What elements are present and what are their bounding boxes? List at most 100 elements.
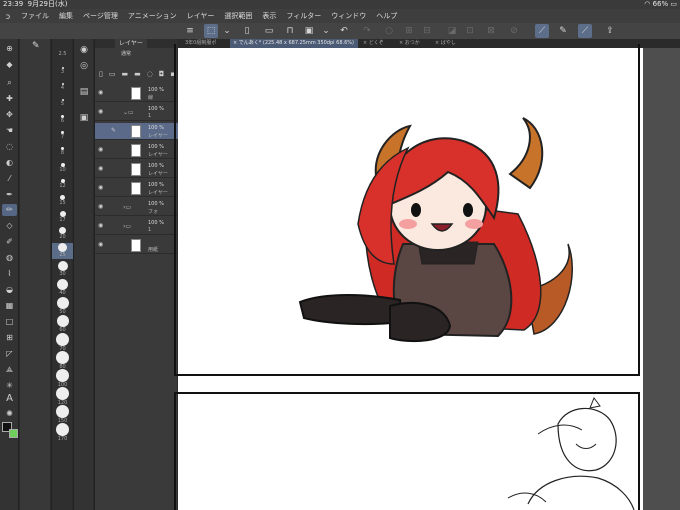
menu-animation[interactable]: アニメーション [123,11,182,21]
layer-folder-row[interactable]: ◉ ›▭ 100 % 1 [95,218,178,235]
zoom-icon[interactable]: ⊕ [2,43,17,55]
menu-view[interactable]: 表示 [257,11,281,21]
brush-icon[interactable]: ✎ [556,24,570,38]
layer-row[interactable]: ◉ 100 % 線 [95,85,178,102]
eye-icon[interactable]: ◉ [98,241,103,248]
menu-page[interactable]: ページ管理 [78,11,123,21]
brush-size-item[interactable]: 5 [52,99,73,107]
palette-icon[interactable]: ◉ [77,43,91,57]
eye-icon[interactable]: ◉ [98,108,103,115]
magnifier-icon[interactable]: ⌕ [2,77,17,89]
eye-icon[interactable]: ◉ [98,165,103,172]
eye-icon[interactable]: ◉ [98,146,103,153]
eye-icon[interactable]: ◉ [98,89,103,96]
app-logo-icon[interactable]: ↄ [0,12,16,21]
pen-icon[interactable]: ✒ [2,189,17,201]
operation-icon[interactable]: ⟁ [2,364,17,376]
sub-color-swatch[interactable] [9,429,18,438]
new-file-icon[interactable]: ▯ [240,24,254,38]
export-icon[interactable]: ⇪ [603,24,617,38]
blend-mode-select[interactable]: 通常 [121,50,131,57]
brush-size-item[interactable]: 100 [52,369,73,388]
save-icon[interactable]: ▣ [302,24,316,38]
canvas-scroll-area[interactable] [643,48,680,510]
brush-size-item[interactable]: 2.5 [52,51,73,57]
eye-icon[interactable]: ◉ [98,222,103,229]
pencil-subtool-icon[interactable]: ✎ [32,41,40,51]
ruler-icon[interactable]: ⟋ [535,24,549,38]
gradient-icon[interactable]: ▦ [2,300,17,312]
brush-size-item[interactable]: 170 [52,423,73,442]
redo-icon[interactable]: ↷ [360,24,374,38]
paper-layer-row[interactable]: ◉ 用紙 [95,237,178,254]
brush-size-item[interactable]: 30 [52,261,73,277]
airbrush-icon[interactable]: ✐ [2,236,17,248]
eraser-icon[interactable]: ◆ [2,59,17,71]
chevron-down-icon[interactable]: ⌄ [319,24,333,38]
invert-icon[interactable]: ⊘ [507,24,521,38]
layer-row[interactable]: ◉ 100 % レイヤー [95,161,178,178]
layer-panel-icon[interactable]: ▤ [77,85,91,99]
brush-size-item[interactable]: 3 [52,67,73,75]
undo-icon[interactable]: ↶ [337,24,351,38]
menu-window[interactable]: ウィンドウ [326,11,371,21]
shape-icon[interactable]: □ [2,316,17,328]
brush-size-item[interactable]: 20 [52,227,73,240]
material-icon[interactable]: ▣ [77,111,91,125]
brush-size-item[interactable]: 80 [52,351,73,370]
layer-row[interactable]: ◉ 100 % レイヤー [95,180,178,197]
pencil-icon[interactable]: ✏ [2,204,17,216]
eye-icon[interactable]: ◉ [98,203,103,210]
brush-size-item[interactable]: 17 [52,211,73,223]
crop-icon[interactable]: ⊡ [463,24,477,38]
manga-page[interactable] [174,44,643,510]
open-folder-icon[interactable]: ⊓ [283,24,297,38]
text-icon[interactable]: A [2,393,17,405]
canvas-area[interactable] [174,44,680,510]
circle-icon[interactable]: ○ [382,24,396,38]
bucket-icon[interactable]: ◒ [2,284,17,296]
eye-icon[interactable]: ◉ [98,184,103,191]
open-file-icon[interactable]: ▭ [262,24,276,38]
menu-selection[interactable]: 選択範囲 [219,11,257,21]
lasso-icon[interactable]: ◌ [2,141,17,153]
brush-size-item[interactable]: 120 [52,387,73,406]
brush-size-item[interactable]: 150 [52,405,73,424]
layer-folder-row[interactable]: ◉ ⌄▭ 100 % 1 [95,104,178,121]
fill-tool-icon[interactable]: ◐ [2,157,17,169]
hand-icon[interactable]: ✚ [2,93,17,105]
brush-size-item[interactable]: 4 [52,83,73,91]
menu-help[interactable]: ヘルプ [371,11,402,21]
tab-layer[interactable]: レイヤー [115,39,147,48]
transform-icon[interactable]: ⊞ [402,24,416,38]
brush-size-item-selected[interactable]: 25 [52,243,73,259]
menu-layer[interactable]: レイヤー [182,11,220,21]
brush-size-item[interactable]: 60 [52,315,73,333]
blend-icon[interactable]: ⌇ [2,268,17,280]
menu-edit[interactable]: 編集 [54,11,78,21]
brush-size-item[interactable]: 8 [52,147,73,156]
brush-size-item[interactable]: 70 [52,333,73,352]
layer-row[interactable]: ◉ 100 % レイヤー [95,142,178,159]
line-icon[interactable]: ⟋ [578,24,592,38]
layer-folder-row[interactable]: ◉ ›▭ 100 % フォ [95,199,178,216]
layer-row-selected[interactable]: ✎ 100 % レイヤー [95,123,178,140]
balloon-icon[interactable]: ✳ [2,380,17,392]
brush-size-item[interactable]: 40 [52,279,73,296]
eyedropper-icon[interactable]: ⁄ [2,173,17,185]
brush-size-item[interactable]: 50 [52,297,73,315]
rotate-icon[interactable]: ☚ [2,125,17,137]
clear-icon[interactable]: ⊠ [484,24,498,38]
brush-size-item[interactable]: 6 [52,115,73,124]
chevron-down-icon[interactable]: ⌄ [220,24,234,38]
sparkle-icon[interactable]: ✺ [2,408,17,420]
brush-size-item[interactable]: 10 [52,163,73,173]
menu-file[interactable]: ファイル [16,11,54,21]
frame-icon[interactable]: ⊞ [2,332,17,344]
deselect-icon[interactable]: ⊟ [420,24,434,38]
brush-size-item[interactable]: 7 [52,131,73,140]
brush-size-item[interactable]: 12 [52,179,73,189]
hamburger-menu-icon[interactable]: ≡ [183,24,197,38]
eraser-tool-icon[interactable]: ◇ [2,220,17,232]
selection-tool-icon[interactable]: ⬚ [204,24,218,38]
